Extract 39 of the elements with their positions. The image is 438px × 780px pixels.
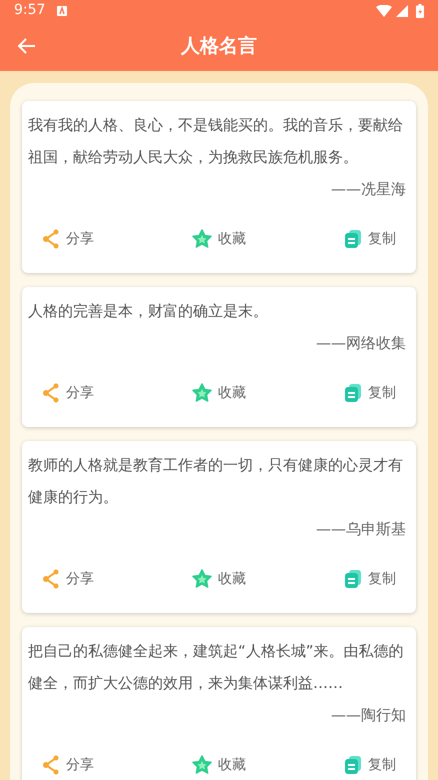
copy-icon: [344, 755, 362, 775]
quote-text: 教师的人格就是教育工作者的一切，只有健康的心灵才有健康的行为。: [28, 455, 404, 508]
quote-text: 人格的完善是本，财富的确立是末。: [28, 301, 269, 322]
share-button[interactable]: 分享: [42, 382, 94, 404]
star-icon: [192, 383, 212, 403]
copy-icon: [344, 569, 362, 589]
share-icon: [42, 569, 60, 589]
page-title: 人格名言: [181, 34, 257, 59]
favorite-button[interactable]: 收藏: [192, 228, 246, 250]
copy-button[interactable]: 复制: [344, 382, 396, 404]
quote-author: ——网络收集: [316, 333, 406, 354]
favorite-button[interactable]: 收藏: [192, 568, 246, 590]
back-icon: [18, 38, 36, 54]
share-button[interactable]: 分享: [42, 228, 94, 250]
quote-author: ——陶行知: [331, 705, 406, 726]
share-icon: [42, 229, 60, 249]
favorite-button[interactable]: 收藏: [192, 754, 246, 776]
share-icon: [42, 383, 60, 403]
share-icon: [42, 755, 60, 775]
signal-icon: [396, 4, 408, 16]
copy-button[interactable]: 复制: [344, 568, 396, 590]
quote-text: 把自己的私德健全起来，建筑起“人格长城”来。由私德的健全，而扩大公德的效用，来为集体谋利益……: [28, 641, 405, 694]
share-button[interactable]: 分享: [42, 568, 94, 590]
quote-author: ——乌申斯基: [316, 519, 406, 540]
copy-button[interactable]: 复制: [344, 754, 396, 776]
favorite-button[interactable]: 收藏: [192, 382, 246, 404]
copy-icon: [344, 229, 362, 249]
star-icon: [192, 569, 212, 589]
star-icon: [192, 229, 212, 249]
copy-icon: [344, 383, 362, 403]
battery-icon: [416, 4, 424, 18]
copy-button[interactable]: 复制: [344, 228, 396, 250]
star-icon: [192, 755, 212, 775]
notification-icon: [57, 6, 68, 16]
quote-text: 我有我的人格、良心，不是钱能买的。我的音乐，要献给祖国，献给劳动人民大众，为挽救民族危机服务。: [28, 115, 404, 168]
quote-author: ——冼星海: [331, 179, 406, 200]
status-time: 9:57: [14, 1, 46, 20]
wifi-icon: [376, 4, 392, 16]
share-button[interactable]: 分享: [42, 754, 94, 776]
